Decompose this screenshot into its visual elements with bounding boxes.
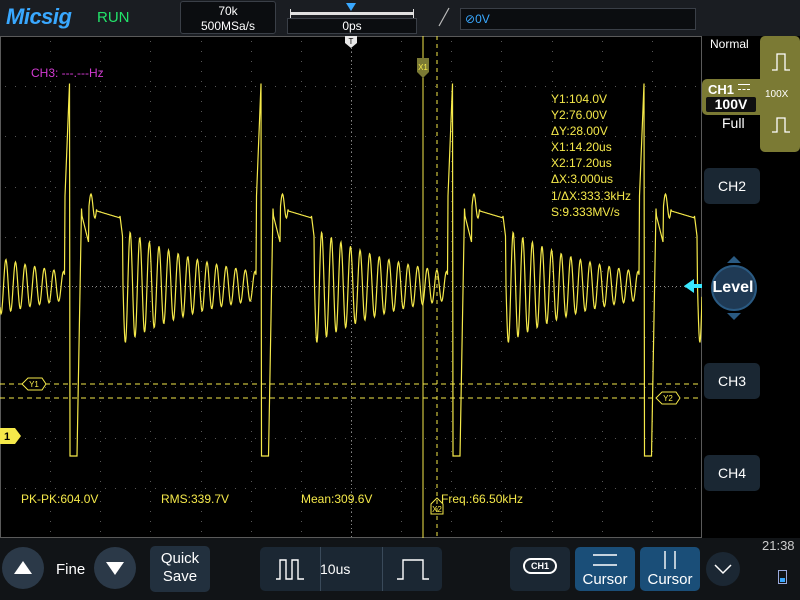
cursor-y2-tag-label: Y2 <box>663 394 673 403</box>
cursor-readout-slope: S:9.333MV/s <box>551 204 620 219</box>
bottom-toolbar: Fine Quick Save 10us CH1 Cursor Cursor 2… <box>0 538 800 600</box>
acquisition-box[interactable]: 70k 500MSa/s <box>180 1 276 34</box>
trigger-mode-label: Normal <box>710 37 749 51</box>
cursor-y1-tag-label: Y1 <box>29 380 39 389</box>
scale-up-button[interactable] <box>2 547 44 589</box>
system-clock: 21:38 <box>762 538 795 553</box>
level-down-icon <box>727 313 741 320</box>
cursor-readout-y2: Y2:76.00V <box>551 108 608 123</box>
measurement-mean[interactable]: Mean:309.6V <box>301 492 372 506</box>
rising-edge-icon <box>438 7 450 27</box>
right-control-panel: Normal 100X CH1 100V Full CH2 Level CH3 … <box>702 36 800 538</box>
cursor-readout-inv-dx: 1/ΔX:333.3kHz <box>551 188 632 203</box>
trigger-edge-button[interactable]: 100X <box>760 36 800 152</box>
cursor-readout-x2: X2:17.20us <box>551 156 612 171</box>
trigger-level-knob[interactable]: Level <box>705 256 761 320</box>
top-status-bar: Micsig RUN 70k 500MSa/s 0ps ⊘0V <box>0 0 800 36</box>
memory-position-track <box>290 9 414 18</box>
run-stop-status[interactable]: RUN <box>97 9 130 26</box>
waveform-display[interactable]: T X1 X2 Y1 Y2 1 CH3: ---.---Hz Y1:104.0V Y2:7… <box>0 36 702 538</box>
probe-ratio: 100X <box>765 89 789 100</box>
fine-coarse-toggle[interactable]: Fine <box>56 561 85 578</box>
horizontal-position-box[interactable]: 0ps <box>287 1 417 34</box>
channel-select-label: CH1 <box>523 558 557 574</box>
timebase-scale: 10us <box>320 561 351 577</box>
timebase-faster-button[interactable] <box>260 547 320 591</box>
quick-save-button[interactable]: Quick Save <box>150 546 210 592</box>
chevron-down-icon <box>714 564 732 575</box>
ch1-label: CH1 <box>708 82 735 97</box>
timebase-slower-button[interactable] <box>382 547 442 591</box>
svg-text:T: T <box>349 37 354 46</box>
ch1-ground-marker-label: 1 <box>4 431 10 443</box>
cursor-readout-x1: X1:14.20us <box>551 140 612 155</box>
trigger-level-readout: 0V <box>475 12 490 26</box>
brand-logo: Micsig <box>6 4 72 29</box>
channel-select-button[interactable]: CH1 <box>510 547 570 591</box>
quick-save-label-2: Save <box>162 568 198 585</box>
triangle-up-icon <box>14 561 32 574</box>
ch4-button[interactable]: CH4 <box>704 455 760 491</box>
ch3-button[interactable]: CH3 <box>704 363 760 399</box>
level-up-icon <box>727 256 741 263</box>
cursor-readout-dx: ΔX:3.000us <box>551 172 614 187</box>
measurement-freq[interactable]: Freq.:66.50kHz <box>441 492 523 506</box>
cursor-readout-y1: Y1:104.0V <box>551 92 608 106</box>
horizontal-position-value: 0ps <box>287 18 417 34</box>
horizontal-cursor-icon <box>593 554 617 566</box>
measurement-pk-pk[interactable]: PK-PK:604.0V <box>21 492 98 506</box>
horizontal-cursor-button[interactable]: Cursor <box>575 547 635 591</box>
ch1-volts-per-div: 100V <box>706 97 756 112</box>
expand-menu-button[interactable] <box>706 552 740 586</box>
horizontal-cursor-label: Cursor <box>582 571 628 588</box>
vertical-cursor-button[interactable]: Cursor <box>640 547 700 591</box>
ch1-bandwidth: Full <box>722 115 745 131</box>
quick-save-label-1: Quick <box>160 550 200 567</box>
trigger-level-arrow-icon <box>684 279 702 293</box>
level-label: Level <box>712 279 754 296</box>
ch1-scale-badge[interactable]: CH1 100V <box>702 79 760 115</box>
cursor-readout-panel: Y1:104.0V Y2:76.00V ΔY:28.00V X1:14.20us… <box>551 91 631 220</box>
ch3-frequency-readout: CH3: ---.---Hz <box>31 66 104 80</box>
sample-rate: 500MSa/s <box>200 19 256 33</box>
cursor-x2-tag-label: X2 <box>432 505 442 514</box>
wide-pulse-icon <box>397 559 429 580</box>
cursor-readout-dy: ΔY:28.00V <box>551 124 608 139</box>
triangle-down-icon <box>106 562 124 575</box>
trigger-info-box[interactable]: ⊘0V <box>460 8 696 30</box>
battery-icon <box>778 570 787 584</box>
cursor-x1-tag-label: X1 <box>418 63 428 72</box>
memory-depth: 70k <box>218 4 238 18</box>
scale-down-button[interactable] <box>94 547 136 589</box>
timebase-control <box>260 547 442 591</box>
measurement-rms[interactable]: RMS:339.7V <box>161 492 229 506</box>
trigger-coupling-icon: ⊘ <box>465 12 476 26</box>
narrow-pulse-icon <box>276 559 304 580</box>
vertical-cursor-label: Cursor <box>647 571 693 588</box>
horizontal-position-marker-icon <box>346 3 356 11</box>
vertical-cursor-icon <box>664 551 676 569</box>
dc-coupling-icon <box>738 84 750 90</box>
ch2-button[interactable]: CH2 <box>704 168 760 204</box>
